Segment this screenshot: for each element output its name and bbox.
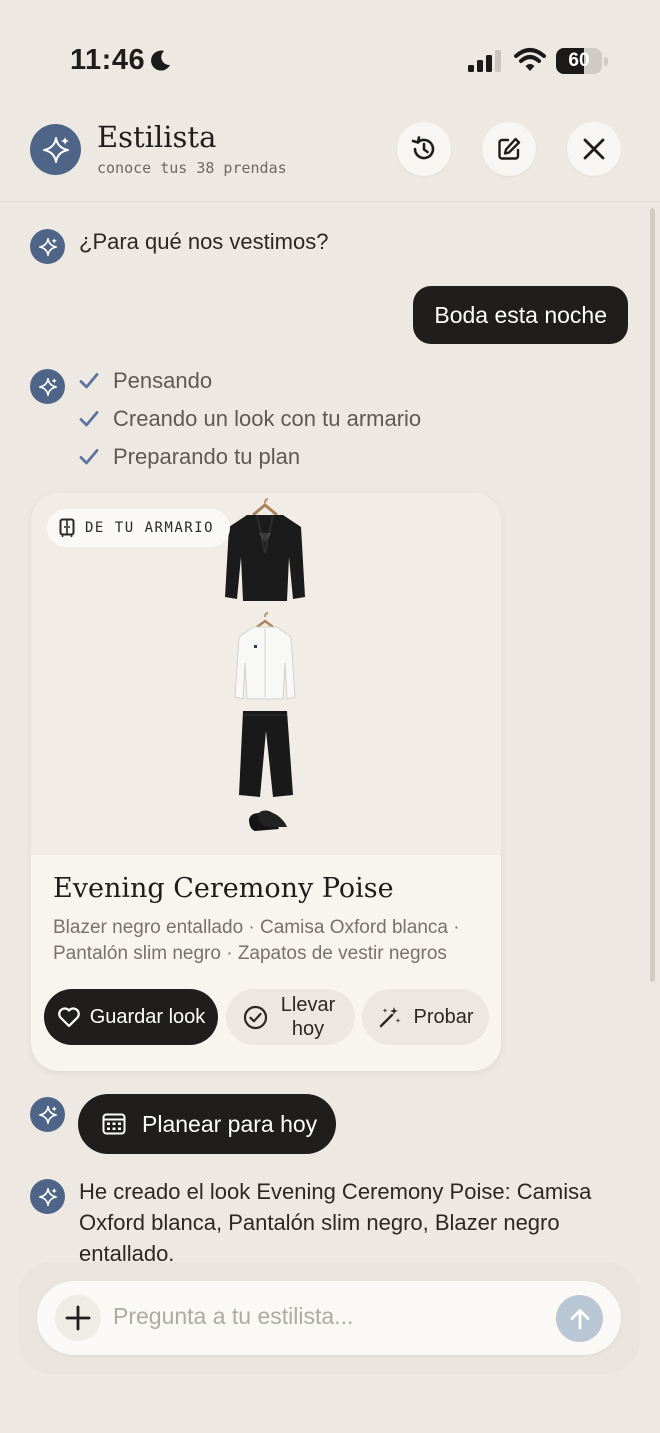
sparkles-icon [38, 377, 57, 396]
assistant-avatar [30, 1179, 65, 1214]
wardrobe-icon [59, 518, 75, 537]
wear-today-label: Llevar hoy [280, 994, 336, 1040]
wifi-icon [514, 48, 546, 71]
chat-header: Estilista conoce tus 38 prendas [0, 110, 660, 202]
plan-today-button[interactable]: Planear para hoy [78, 1094, 336, 1154]
close-icon [583, 138, 605, 160]
wardrobe-badge-label: DE TU ARMARIO [85, 520, 215, 536]
close-button[interactable] [567, 122, 621, 176]
shirt-image [234, 612, 296, 700]
heart-icon [57, 1007, 80, 1028]
sparkles-icon [38, 1105, 57, 1124]
checkmark-icon [79, 411, 99, 427]
wardrobe-badge: DE TU ARMARIO [47, 509, 231, 547]
progress-step-label: Creando un look con tu armario [113, 406, 422, 431]
sparkles-icon [38, 1187, 57, 1206]
assistant-avatar [30, 229, 65, 264]
outfit-image [31, 493, 501, 855]
moon-icon [151, 50, 170, 71]
save-look-button[interactable]: Guardar look [44, 989, 218, 1045]
attach-button[interactable] [55, 1295, 101, 1341]
progress-step-label: Pensando [113, 368, 213, 393]
battery-level: 60 [568, 50, 590, 71]
checkmark-icon [79, 373, 99, 389]
composer-container: Pregunta a tu estilista... [18, 1262, 640, 1374]
progress-step-label: Preparando tu plan [113, 444, 301, 469]
wear-today-button[interactable]: Llevar hoy [226, 989, 355, 1045]
sparkles-icon [38, 237, 57, 256]
try-on-button[interactable]: Probar [362, 989, 489, 1045]
progress-step: Pensando [79, 365, 212, 397]
blazer-image [225, 498, 305, 601]
calendar-icon [102, 1113, 126, 1135]
history-button[interactable] [397, 122, 451, 176]
assistant-message: ¿Para qué nos vestimos? [79, 229, 329, 254]
check-circle-icon [243, 1005, 268, 1029]
new-chat-button[interactable] [482, 122, 536, 176]
user-message: Boda esta noche [413, 286, 628, 344]
plus-icon [65, 1305, 91, 1331]
assistant-message: He creado el look Evening Ceremony Poise… [79, 1179, 592, 1266]
look-items: Blazer negro entallado · Camisa Oxford b… [53, 917, 460, 964]
outfit-card[interactable]: DE TU ARMARIO Evening Ceremony Poise Bla… [31, 493, 501, 1071]
look-title: Evening Ceremony Poise [53, 873, 394, 904]
composer[interactable]: Pregunta a tu estilista... [37, 1281, 621, 1355]
progress-step: Creando un look con tu armario [79, 403, 421, 435]
assistant-avatar [30, 369, 65, 404]
message-input[interactable]: Pregunta a tu estilista... [113, 1303, 353, 1330]
checkmark-icon [79, 449, 99, 465]
cellular-signal-icon [468, 50, 501, 72]
shoes-image [249, 810, 287, 831]
status-bar: 11:46 60 [0, 0, 660, 110]
edit-icon [498, 137, 521, 160]
trousers-image [239, 711, 293, 797]
scrollbar[interactable] [650, 208, 655, 982]
page-subtitle: conoce tus 38 prendas [97, 159, 287, 177]
page-title: Estilista [97, 120, 217, 154]
save-look-label: Guardar look [89, 1006, 206, 1028]
send-button[interactable] [556, 1295, 603, 1342]
battery-indicator: 60 [556, 48, 608, 74]
sparkles-icon [30, 124, 81, 175]
history-icon [411, 136, 435, 160]
try-on-label: Probar [413, 1006, 474, 1028]
magic-wand-icon [380, 1007, 401, 1028]
progress-step: Preparando tu plan [79, 441, 300, 473]
plan-today-label: Planear para hoy [142, 1110, 318, 1137]
assistant-avatar [30, 1097, 65, 1132]
arrow-up-icon [570, 1308, 589, 1329]
status-time: 11:46 [70, 44, 146, 76]
